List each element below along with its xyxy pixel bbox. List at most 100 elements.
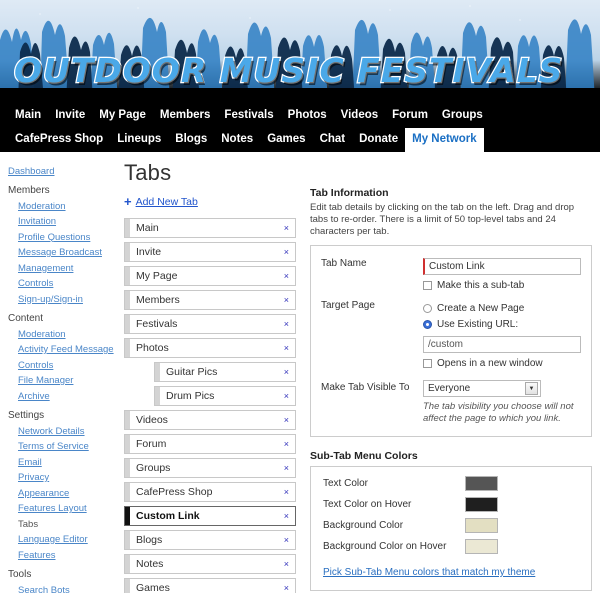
- site-banner: OUTDOOR MUSIC FESTIVALS: [0, 0, 600, 100]
- sidebar-item-network-details[interactable]: Network Details: [18, 424, 114, 440]
- sidebar-item-invitation[interactable]: Invitation: [18, 215, 114, 231]
- sidebar-item-management[interactable]: Management: [18, 261, 114, 277]
- sidebar-item-dashboard[interactable]: Dashboard: [8, 164, 114, 180]
- make-sub-tab-checkbox[interactable]: [423, 281, 432, 290]
- sidebar-item-message-broadcast[interactable]: Message Broadcast: [18, 246, 114, 262]
- tab-row[interactable]: Invite ×: [124, 242, 296, 262]
- sidebar-item-moderation[interactable]: Moderation: [18, 327, 114, 343]
- tab-row[interactable]: Photos ×: [124, 338, 296, 358]
- delete-tab-icon[interactable]: ×: [284, 319, 295, 329]
- tab-row[interactable]: Videos ×: [124, 410, 296, 430]
- color-setting-row: Text Color: [323, 476, 581, 491]
- delete-tab-icon[interactable]: ×: [284, 439, 295, 449]
- sidebar-item-appearance[interactable]: Appearance: [18, 486, 114, 502]
- sidebar-item-privacy[interactable]: Privacy: [18, 471, 114, 487]
- tab-row[interactable]: Guitar Pics ×: [154, 362, 296, 382]
- nav-item-chat[interactable]: Chat: [313, 128, 353, 152]
- tab-row[interactable]: Forum ×: [124, 434, 296, 454]
- tab-row[interactable]: Main ×: [124, 218, 296, 238]
- sidebar-item-activity-feed-message[interactable]: Activity Feed Message: [18, 343, 114, 359]
- sidebar-item-sign-up-sign-in[interactable]: Sign-up/Sign-in: [18, 292, 114, 308]
- sidebar-item-controls[interactable]: Controls: [18, 277, 114, 293]
- add-new-tab-row[interactable]: + Add New Tab: [124, 195, 296, 208]
- existing-url-input[interactable]: [423, 336, 581, 353]
- visible-to-select[interactable]: Everyone ▼: [423, 380, 541, 397]
- tab-row[interactable]: Blogs ×: [124, 530, 296, 550]
- nav-item-my-network[interactable]: My Network: [405, 128, 484, 152]
- radio-use-existing-url[interactable]: [423, 320, 432, 329]
- color-swatch[interactable]: [465, 518, 498, 533]
- tab-row[interactable]: Groups ×: [124, 458, 296, 478]
- sidebar-item-terms-of-service[interactable]: Terms of Service: [18, 440, 114, 456]
- nav-item-cafepress-shop[interactable]: CafePress Shop: [8, 128, 110, 152]
- delete-tab-icon[interactable]: ×: [284, 391, 295, 401]
- opens-new-window-checkbox-row[interactable]: Opens in a new window: [423, 358, 581, 369]
- color-swatch[interactable]: [465, 539, 498, 554]
- nav-item-forum[interactable]: Forum: [385, 104, 435, 128]
- sidebar-item-controls[interactable]: Controls: [18, 358, 114, 374]
- nav-item-donate[interactable]: Donate: [352, 128, 405, 152]
- nav-item-groups[interactable]: Groups: [435, 104, 490, 128]
- tab-information-panel: Tab Name Make this a sub-tab Target Page…: [310, 245, 592, 437]
- tab-row-label: Games: [136, 582, 170, 593]
- sidebar-item-features[interactable]: Features: [18, 548, 114, 564]
- pick-theme-colors-link[interactable]: Pick Sub-Tab Menu colors that match my t…: [323, 567, 535, 578]
- delete-tab-icon[interactable]: ×: [284, 271, 295, 281]
- delete-tab-icon[interactable]: ×: [284, 343, 295, 353]
- nav-item-members[interactable]: Members: [153, 104, 218, 128]
- tab-information-heading: Tab Information: [310, 187, 389, 199]
- nav-item-blogs[interactable]: Blogs: [168, 128, 214, 152]
- tab-name-input[interactable]: [423, 258, 581, 275]
- tab-row[interactable]: CafePress Shop ×: [124, 482, 296, 502]
- tab-row[interactable]: Festivals ×: [124, 314, 296, 334]
- sidebar-item-moderation[interactable]: Moderation: [18, 199, 114, 215]
- delete-tab-icon[interactable]: ×: [284, 487, 295, 497]
- tab-row[interactable]: Notes ×: [124, 554, 296, 574]
- nav-item-my-page[interactable]: My Page: [92, 104, 153, 128]
- nav-item-lineups[interactable]: Lineups: [110, 128, 168, 152]
- tab-row[interactable]: Custom Link ×: [124, 506, 296, 526]
- delete-tab-icon[interactable]: ×: [284, 535, 295, 545]
- tab-row[interactable]: Drum Pics ×: [154, 386, 296, 406]
- visible-to-value: Everyone: [428, 383, 471, 394]
- delete-tab-icon[interactable]: ×: [284, 295, 295, 305]
- sidebar-item-email[interactable]: Email: [18, 455, 114, 471]
- color-swatch[interactable]: [465, 497, 498, 512]
- sidebar-item-search-bots[interactable]: Search Bots: [18, 583, 114, 593]
- opens-new-window-checkbox[interactable]: [423, 359, 432, 368]
- nav-item-videos[interactable]: Videos: [334, 104, 386, 128]
- tab-row[interactable]: My Page ×: [124, 266, 296, 286]
- sidebar-item-file-manager[interactable]: File Manager: [18, 374, 114, 390]
- delete-tab-icon[interactable]: ×: [284, 247, 295, 257]
- delete-tab-icon[interactable]: ×: [284, 415, 295, 425]
- delete-tab-icon[interactable]: ×: [284, 559, 295, 569]
- sidebar-item-features-layout[interactable]: Features Layout: [18, 502, 114, 518]
- tab-row[interactable]: Members ×: [124, 290, 296, 310]
- delete-tab-icon[interactable]: ×: [284, 463, 295, 473]
- delete-tab-icon[interactable]: ×: [284, 511, 295, 521]
- opens-new-window-label: Opens in a new window: [437, 358, 543, 369]
- main-navigation: Main Invite My Page Members Festivals Photos V…: [0, 100, 600, 152]
- add-new-tab-link[interactable]: Add New Tab: [136, 196, 198, 208]
- delete-tab-icon[interactable]: ×: [284, 223, 295, 233]
- nav-item-notes[interactable]: Notes: [214, 128, 260, 152]
- nav-item-invite[interactable]: Invite: [48, 104, 92, 128]
- nav-item-games[interactable]: Games: [260, 128, 312, 152]
- delete-tab-icon[interactable]: ×: [284, 367, 295, 377]
- nav-item-main[interactable]: Main: [8, 104, 48, 128]
- sidebar-item-archive[interactable]: Archive: [18, 389, 114, 405]
- nav-item-photos[interactable]: Photos: [281, 104, 334, 128]
- radio-use-existing-url-row[interactable]: Use Existing URL:: [423, 319, 581, 330]
- make-sub-tab-checkbox-row[interactable]: Make this a sub-tab: [423, 280, 581, 291]
- radio-create-new-page-row[interactable]: Create a New Page: [423, 303, 581, 314]
- color-swatch[interactable]: [465, 476, 498, 491]
- nav-item-festivals[interactable]: Festivals: [217, 104, 280, 128]
- page-title: Tabs: [124, 160, 172, 185]
- tab-row[interactable]: Games ×: [124, 578, 296, 593]
- sidebar-item-language-editor[interactable]: Language Editor: [18, 533, 114, 549]
- radio-create-new-page[interactable]: [423, 304, 432, 313]
- visible-to-row: Make Tab Visible To Everyone ▼ The tab v…: [321, 380, 581, 424]
- sidebar-item-profile-questions[interactable]: Profile Questions: [18, 230, 114, 246]
- chevron-down-icon[interactable]: ▼: [525, 382, 538, 395]
- delete-tab-icon[interactable]: ×: [284, 583, 295, 593]
